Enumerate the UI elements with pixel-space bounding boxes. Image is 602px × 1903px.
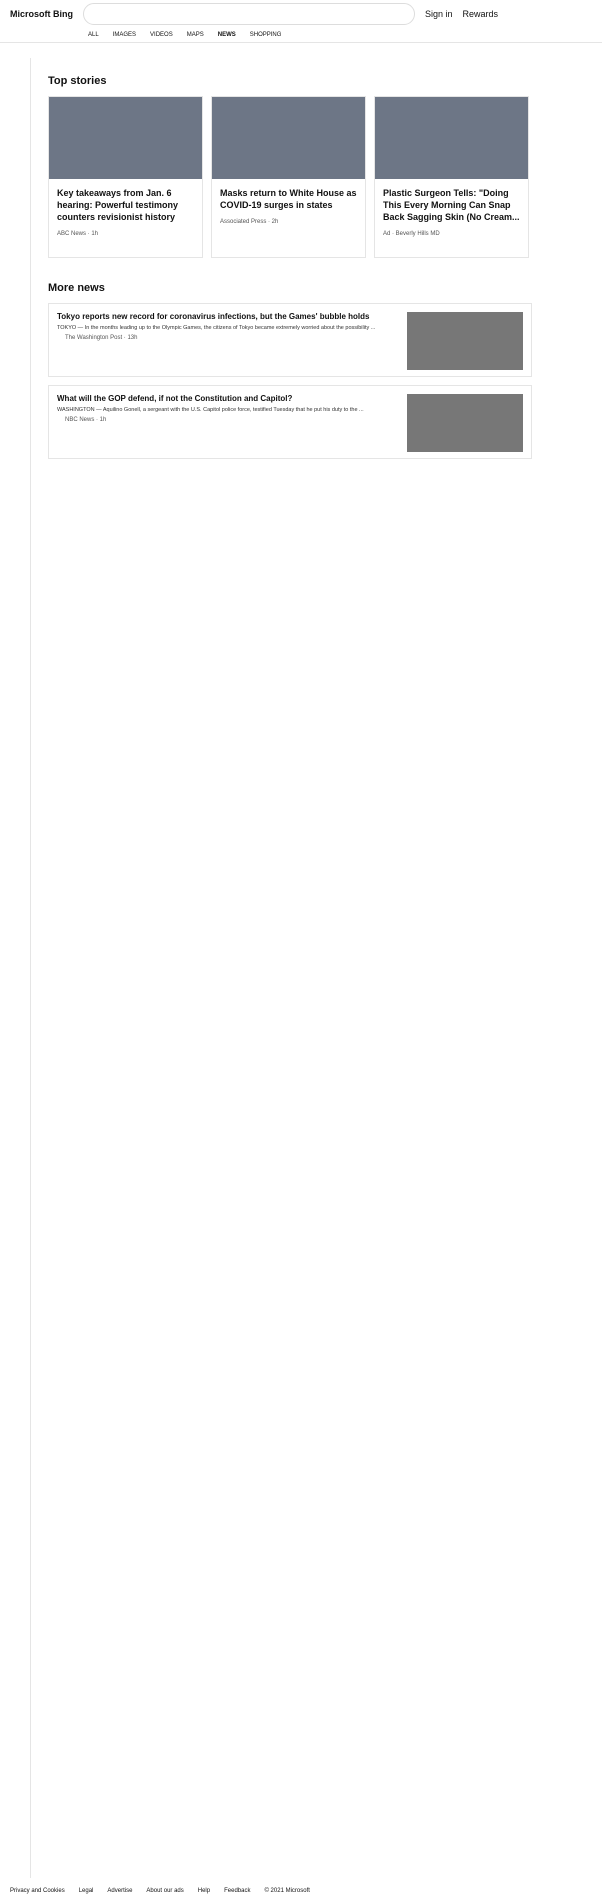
more-news-title: More news bbox=[48, 282, 105, 295]
tab-all[interactable]: ALL bbox=[88, 32, 99, 38]
story-card[interactable]: Masks return to White House as COVID-19 … bbox=[211, 96, 366, 259]
advertise-link[interactable]: Advertise bbox=[107, 1888, 132, 1894]
help-link[interactable]: Help bbox=[198, 1888, 210, 1894]
story-image bbox=[212, 97, 365, 180]
footer: Privacy and Cookies Legal Advertise About o… bbox=[0, 1888, 602, 1894]
feedback-link[interactable]: Feedback bbox=[224, 1888, 250, 1894]
search-input[interactable] bbox=[83, 3, 415, 25]
tab-videos[interactable]: VIDEOS bbox=[150, 32, 173, 38]
tab-maps[interactable]: MAPS bbox=[187, 32, 204, 38]
main: Top stories Key takeaways from Jan. 6 he… bbox=[48, 66, 532, 467]
header: Microsoft Bing Sign in Rewards bbox=[0, 0, 602, 28]
story-source: Ad · Beverly Hills MD bbox=[383, 231, 440, 238]
bing-logo[interactable]: Microsoft Bing bbox=[10, 9, 73, 19]
news-thumbnail[interactable] bbox=[407, 394, 523, 453]
sidebar bbox=[0, 58, 31, 1878]
news-item[interactable]: What will the GOP defend, if not the Con… bbox=[48, 385, 532, 460]
top-stories-title: Top stories bbox=[48, 75, 107, 88]
news-item[interactable]: Tokyo reports new record for coronavirus… bbox=[48, 303, 532, 378]
story-title[interactable]: Key takeaways from Jan. 6 hearing: Power… bbox=[57, 187, 194, 223]
news-description: WASHINGTON — Aquilino Gonell, a sergeant… bbox=[57, 407, 364, 414]
story-title[interactable]: Masks return to White House as COVID-19 … bbox=[220, 187, 357, 211]
rewards-link[interactable]: Rewards bbox=[463, 9, 499, 19]
story-source: ABC News · 1h bbox=[57, 231, 99, 238]
tabs: ALL IMAGES VIDEOS MAPS NEWS SHOPPING bbox=[0, 28, 602, 43]
story-image bbox=[49, 97, 202, 180]
story-card[interactable]: Key takeaways from Jan. 6 hearing: Power… bbox=[48, 96, 203, 259]
copyright: © 2021 Microsoft bbox=[264, 1888, 310, 1894]
sign-in-button[interactable]: Sign in bbox=[425, 9, 453, 19]
news-source: NBC News · 1h bbox=[65, 417, 107, 424]
story-image bbox=[375, 97, 528, 180]
news-description: TOKYO — In the months leading up to the … bbox=[57, 325, 376, 332]
news-thumbnail[interactable] bbox=[407, 312, 523, 371]
tab-images[interactable]: IMAGES bbox=[113, 32, 136, 38]
news-source: The Washington Post · 13h bbox=[65, 335, 138, 342]
about-ads-link[interactable]: About our ads bbox=[146, 1888, 183, 1894]
news-title[interactable]: What will the GOP defend, if not the Con… bbox=[57, 394, 364, 403]
story-title[interactable]: Plastic Surgeon Tells: "Doing This Every… bbox=[383, 187, 520, 223]
news-title[interactable]: Tokyo reports new record for coronavirus… bbox=[57, 312, 375, 321]
story-card[interactable]: Plastic Surgeon Tells: "Doing This Every… bbox=[374, 96, 529, 259]
tab-shopping[interactable]: SHOPPING bbox=[250, 32, 282, 38]
story-source: Associated Press · 2h bbox=[220, 219, 279, 226]
tab-news[interactable]: NEWS bbox=[218, 32, 236, 38]
privacy-link[interactable]: Privacy and Cookies bbox=[10, 1888, 65, 1894]
top-stories-grid: Key takeaways from Jan. 6 hearing: Power… bbox=[48, 96, 532, 259]
legal-link[interactable]: Legal bbox=[79, 1888, 94, 1894]
